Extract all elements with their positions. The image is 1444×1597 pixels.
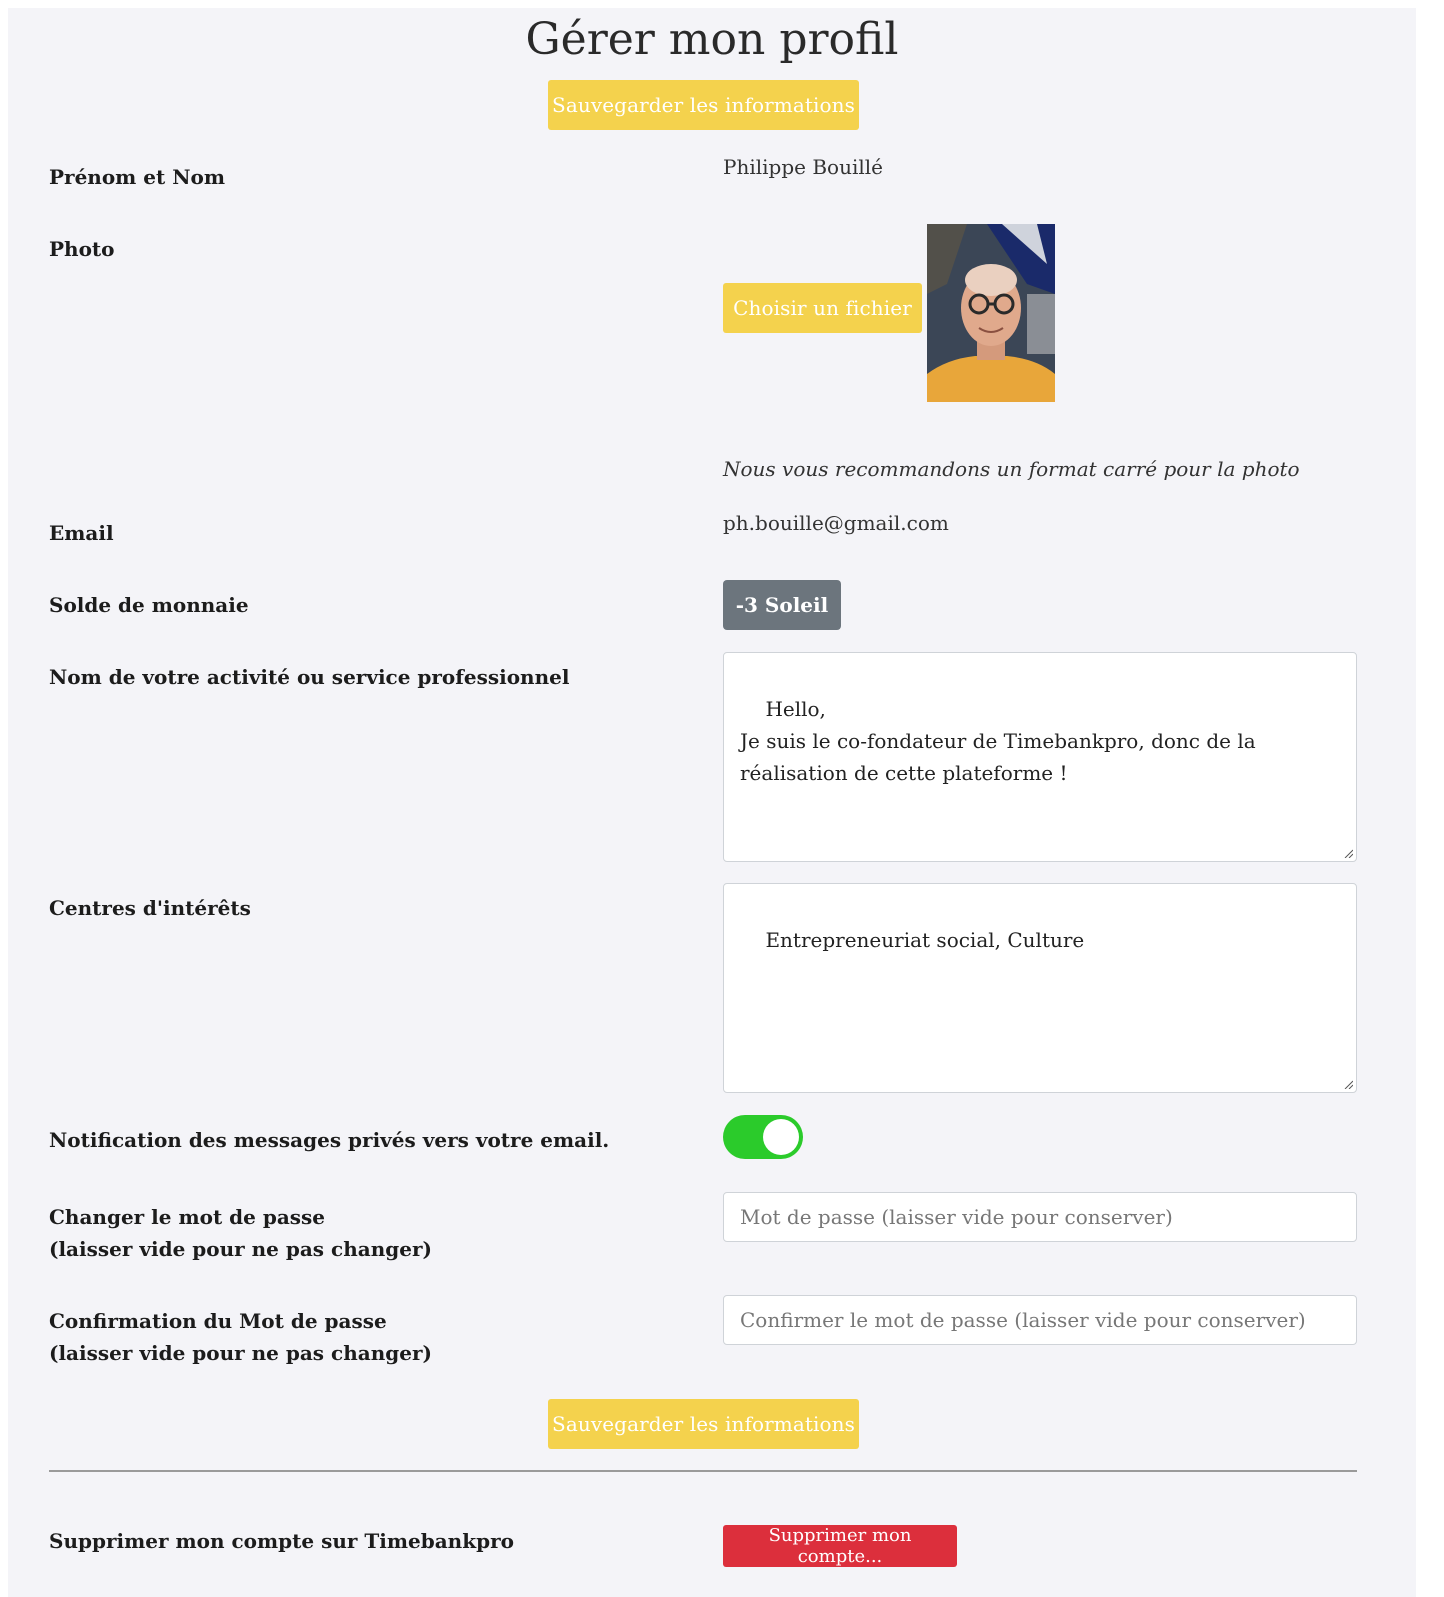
notification-toggle[interactable] <box>723 1115 803 1159</box>
choose-file-button[interactable]: Choisir un fichier <box>723 283 922 333</box>
delete-account-label: Supprimer mon compte sur Timebankpro <box>49 1529 514 1553</box>
name-value: Philippe Bouillé <box>723 155 883 179</box>
page-title: Gérer mon profil <box>525 14 899 65</box>
photo-label: Photo <box>49 237 115 261</box>
profile-photo <box>927 224 1055 402</box>
save-button-top[interactable]: Sauvegarder les informations <box>548 80 859 130</box>
password-label-line1: Changer le mot de passe <box>49 1205 326 1229</box>
password-confirm-label-line1: Confirmation du Mot de passe <box>49 1309 387 1333</box>
divider <box>49 1470 1357 1472</box>
interests-text: Entrepreneuriat social, Culture <box>765 928 1085 952</box>
interests-label: Centres d'intérêts <box>49 896 251 920</box>
password-label: Changer le mot de passe (laisser vide po… <box>49 1201 432 1265</box>
password-confirm-label-line2: (laisser vide pour ne pas changer) <box>49 1341 432 1365</box>
password-label-line2: (laisser vide pour ne pas changer) <box>49 1237 432 1261</box>
photo-hint: Nous vous recommandons un format carré p… <box>723 457 1300 481</box>
resize-handle-icon[interactable] <box>1343 848 1353 858</box>
balance-badge: -3 Soleil <box>723 580 841 630</box>
password-confirm-label: Confirmation du Mot de passe (laisser vi… <box>49 1305 432 1369</box>
email-value: ph.bouille@gmail.com <box>723 511 949 535</box>
email-label: Email <box>49 521 114 545</box>
resize-handle-icon[interactable] <box>1343 1079 1353 1089</box>
activity-label: Nom de votre activité ou service profess… <box>49 665 570 689</box>
activity-textarea[interactable]: Hello, Je suis le co-fondateur de Timeba… <box>723 652 1357 862</box>
toggle-knob <box>763 1119 799 1155</box>
profile-page: Gérer mon profil Sauvegarder les informa… <box>8 8 1416 1597</box>
balance-label: Solde de monnaie <box>49 593 249 617</box>
delete-account-button[interactable]: Supprimer mon compte... <box>723 1525 957 1567</box>
save-button-bottom[interactable]: Sauvegarder les informations <box>548 1399 859 1449</box>
notification-label: Notification des messages privés vers vo… <box>49 1128 610 1152</box>
name-label: Prénom et Nom <box>49 165 226 189</box>
password-confirm-input[interactable] <box>723 1295 1357 1345</box>
password-input[interactable] <box>723 1192 1357 1242</box>
activity-text: Hello, Je suis le co-fondateur de Timeba… <box>740 697 1256 785</box>
interests-textarea[interactable]: Entrepreneuriat social, Culture <box>723 883 1357 1093</box>
